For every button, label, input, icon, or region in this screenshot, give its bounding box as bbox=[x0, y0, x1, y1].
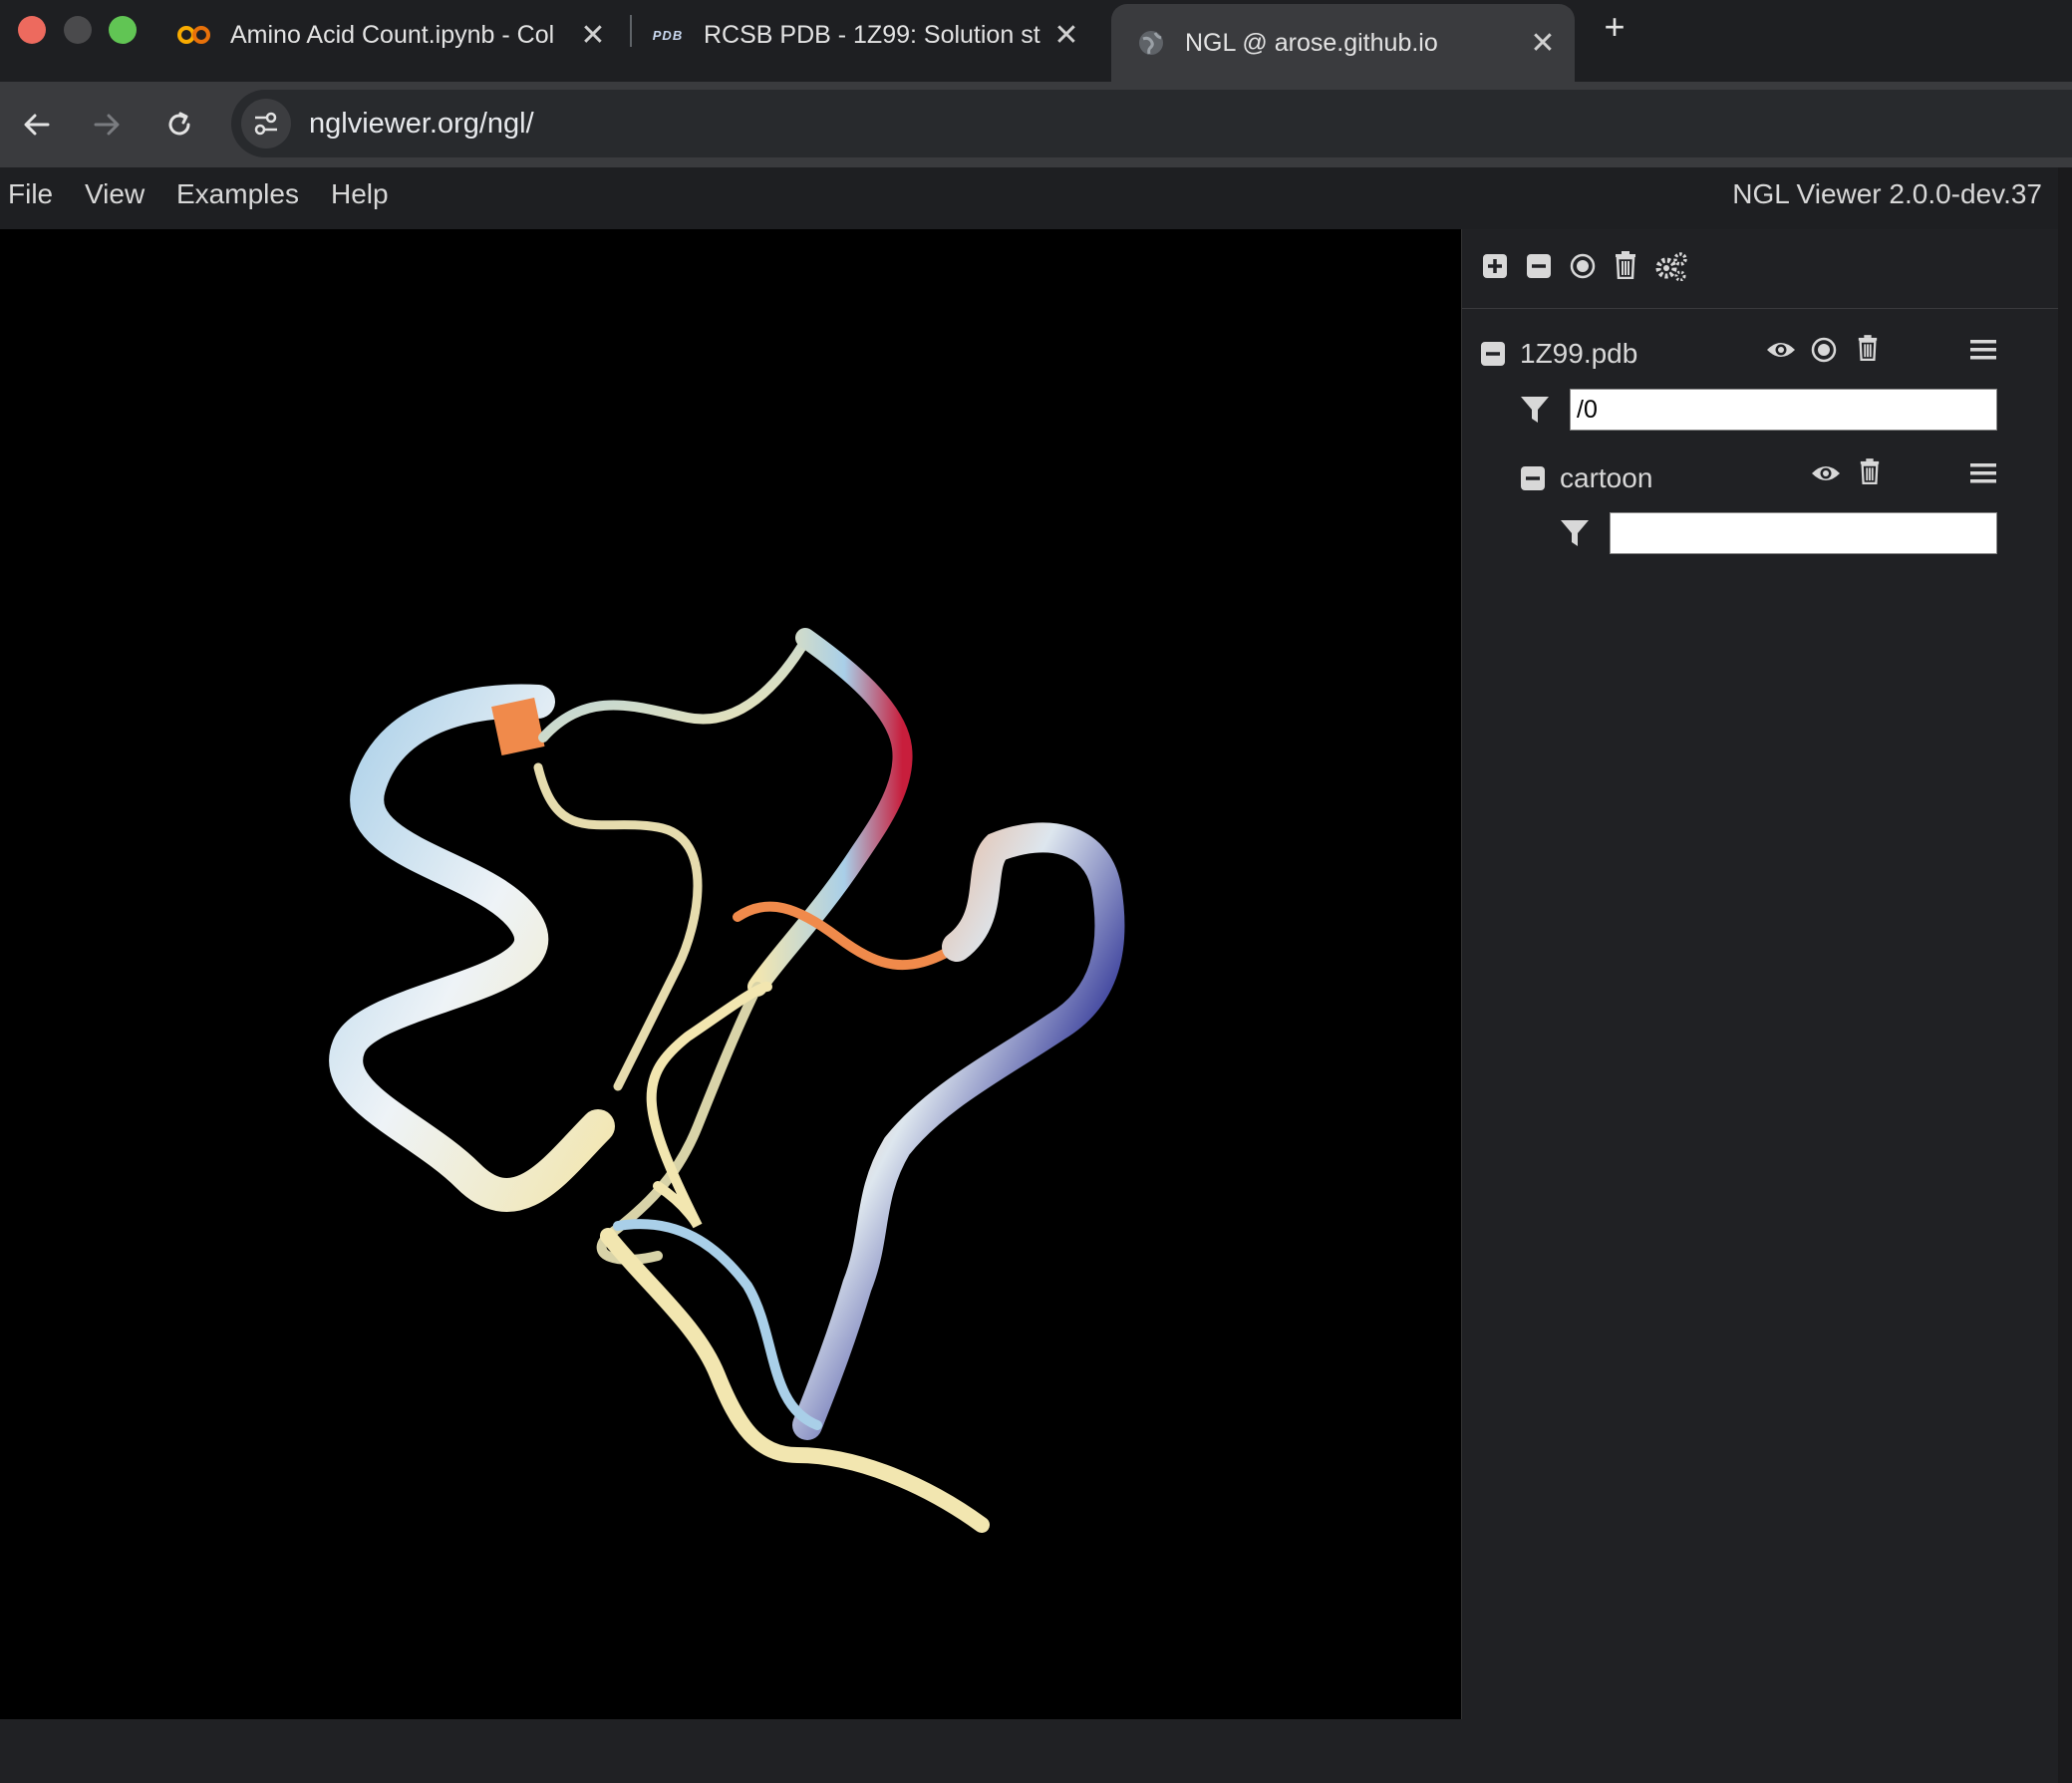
browser-tab-rcsb[interactable]: PDB RCSB PDB - 1Z99: Solution st ✕ bbox=[648, 0, 1086, 70]
app-menubar: File View Examples Help NGL Viewer 2.0.0… bbox=[0, 167, 2058, 229]
collapse-component-icon[interactable] bbox=[1480, 341, 1506, 367]
menu-icon[interactable] bbox=[1970, 462, 1996, 484]
pdb-icon: PDB bbox=[648, 28, 688, 43]
forward-button[interactable] bbox=[82, 100, 132, 149]
component-filter-input[interactable] bbox=[1570, 389, 1997, 431]
center-icon[interactable] bbox=[1570, 253, 1596, 279]
close-tab-icon[interactable]: ✕ bbox=[1523, 26, 1563, 61]
colab-icon bbox=[174, 24, 214, 46]
eye-icon[interactable] bbox=[1766, 339, 1796, 361]
new-tab-button[interactable]: + bbox=[1595, 6, 1634, 56]
back-button[interactable] bbox=[12, 100, 62, 149]
component-name: 1Z99.pdb bbox=[1520, 338, 1638, 369]
trash-icon[interactable] bbox=[1614, 251, 1637, 279]
collapse-representation-icon[interactable] bbox=[1520, 465, 1546, 491]
tab-title: NGL @ arose.github.io bbox=[1185, 28, 1438, 57]
settings-cogs-icon[interactable] bbox=[1654, 251, 1688, 281]
center-icon[interactable] bbox=[1811, 337, 1837, 363]
window-zoom-button[interactable] bbox=[109, 16, 137, 44]
sidebar-toolbar bbox=[1462, 229, 2058, 309]
arrow-left-icon bbox=[24, 114, 50, 136]
protein-cartoon-render bbox=[329, 628, 1125, 1533]
tab-separator bbox=[630, 15, 632, 47]
app-statusbar bbox=[0, 1719, 2058, 1783]
browser-toolbar: nglviewer.org/ngl/ bbox=[0, 82, 2072, 167]
window-edge bbox=[2058, 167, 2072, 1783]
reload-button[interactable] bbox=[154, 100, 204, 149]
menu-help[interactable]: Help bbox=[331, 178, 389, 210]
browser-tab-strip: Amino Acid Count.ipynb - Col ✕ PDB RCSB … bbox=[0, 0, 2072, 82]
site-info-button[interactable] bbox=[241, 99, 291, 149]
tab-title: Amino Acid Count.ipynb - Col bbox=[230, 20, 555, 49]
browser-tab-ngl[interactable]: NGL @ arose.github.io ✕ bbox=[1111, 4, 1575, 82]
menu-file[interactable]: File bbox=[8, 178, 53, 210]
molecule-viewport[interactable] bbox=[0, 229, 1461, 1719]
eye-icon[interactable] bbox=[1811, 462, 1841, 484]
tune-icon bbox=[254, 112, 277, 136]
window-minimize-button[interactable] bbox=[64, 16, 92, 44]
globe-icon bbox=[1131, 29, 1171, 57]
close-tab-icon[interactable]: ✕ bbox=[1046, 18, 1086, 53]
component-sidebar: 1Z99.pdb cartoon bbox=[1461, 229, 2058, 1719]
representation-name: cartoon bbox=[1560, 462, 1653, 493]
menu-examples[interactable]: Examples bbox=[176, 178, 299, 210]
collapse-all-icon[interactable] bbox=[1526, 253, 1552, 279]
window-close-button[interactable] bbox=[18, 16, 46, 44]
representation-filter-input[interactable] bbox=[1610, 512, 1997, 554]
url-text: nglviewer.org/ngl/ bbox=[309, 107, 534, 140]
expand-all-icon[interactable] bbox=[1482, 253, 1508, 279]
tab-title: RCSB PDB - 1Z99: Solution st bbox=[704, 20, 1040, 49]
address-bar[interactable]: nglviewer.org/ngl/ bbox=[231, 90, 2072, 157]
pdb-icon-text: PDB bbox=[652, 27, 684, 43]
filter-icon bbox=[1520, 395, 1550, 425]
filter-icon bbox=[1560, 518, 1590, 548]
reload-icon bbox=[168, 112, 190, 136]
app-version: NGL Viewer 2.0.0-dev.37 bbox=[1732, 178, 2042, 209]
menu-view[interactable]: View bbox=[85, 178, 145, 210]
close-tab-icon[interactable]: ✕ bbox=[573, 18, 613, 53]
trash-icon[interactable] bbox=[1859, 458, 1881, 484]
menu-icon[interactable] bbox=[1970, 339, 1996, 361]
arrow-right-icon bbox=[94, 114, 120, 136]
browser-tab-colab[interactable]: Amino Acid Count.ipynb - Col ✕ bbox=[174, 0, 613, 70]
trash-icon[interactable] bbox=[1857, 335, 1879, 361]
